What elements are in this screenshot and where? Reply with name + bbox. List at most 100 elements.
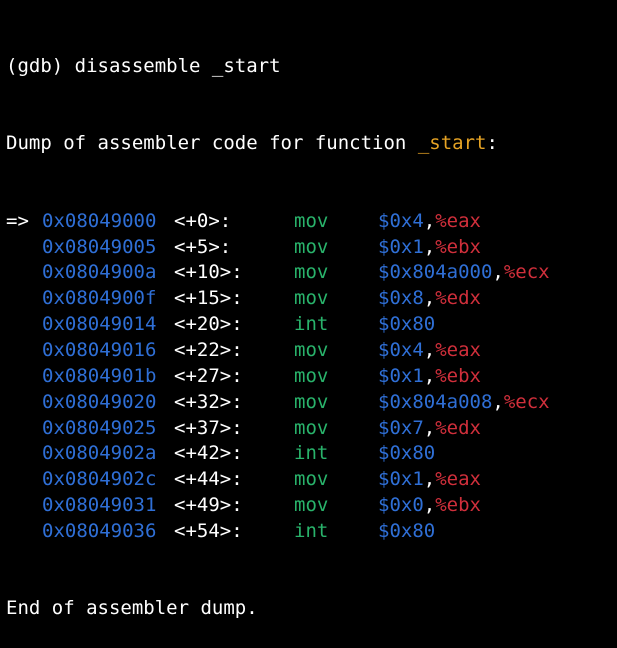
dump-header: Dump of assembler code for function _sta… xyxy=(6,131,615,157)
instruction-address: 0x0804901b xyxy=(42,364,157,387)
operand-immediate: $0x1 xyxy=(378,364,424,387)
operand-register: %ebx xyxy=(435,494,481,517)
instruction-address: 0x08049014 xyxy=(42,313,157,336)
instruction-mnemonic: mov xyxy=(294,390,329,413)
instruction-operands: $0x1,%eax xyxy=(378,467,481,493)
instruction-mnemonic: mov xyxy=(294,468,329,491)
dump-header-suffix: : xyxy=(486,132,498,155)
current-instruction-marker: => xyxy=(6,209,29,232)
instruction-offset: <+27>: xyxy=(174,364,243,387)
instruction-offset: <+42>: xyxy=(174,442,243,465)
operand-immediate: $0x80 xyxy=(378,519,436,542)
operand-immediate: $0x1 xyxy=(378,235,424,258)
instruction-operands: $0x8,%edx xyxy=(378,286,481,312)
operand-separator: , xyxy=(423,338,436,361)
instruction-row: => 0x08049000 <+0>: mov $0x4,%eax xyxy=(6,209,615,235)
instruction-operands: $0x0,%ebx xyxy=(378,493,481,519)
instruction-address: 0x0804902a xyxy=(42,442,157,465)
instruction-offset: <+54>: xyxy=(174,519,243,542)
instruction-mnemonic: mov xyxy=(294,235,329,258)
instruction-operands: $0x80 xyxy=(378,441,435,467)
instruction-row: 0x0804902a <+42>: int $0x80 xyxy=(6,441,615,467)
instruction-list: => 0x08049000 <+0>: mov $0x4,%eax 0x08049005 <… xyxy=(6,209,615,545)
operand-immediate: $0x80 xyxy=(378,313,436,336)
operand-separator: , xyxy=(423,468,436,491)
instruction-row: 0x08049036 <+54>: int $0x80 xyxy=(6,519,615,545)
instruction-address: 0x0804902c xyxy=(42,468,157,491)
operand-separator: , xyxy=(423,364,436,387)
instruction-operands: $0x80 xyxy=(378,312,435,338)
instruction-offset: <+20>: xyxy=(174,313,243,336)
instruction-row: 0x0804901b <+27>: mov $0x1,%ebx xyxy=(6,364,615,390)
instruction-address: 0x08049025 xyxy=(42,416,157,439)
operand-register: %eax xyxy=(435,209,481,232)
instruction-operands: $0x4,%eax xyxy=(378,338,481,364)
operand-immediate: $0x0 xyxy=(378,494,424,517)
gdb-command-line: (gdb) disassemble _start xyxy=(6,54,281,77)
operand-immediate: $0x804a008 xyxy=(378,390,493,413)
operand-separator: , xyxy=(423,287,436,310)
operand-immediate: $0x804a000 xyxy=(378,261,493,284)
instruction-row: 0x0804900a <+10>: mov $0x804a000,%ecx xyxy=(6,260,615,286)
operand-immediate: $0x7 xyxy=(378,416,424,439)
instruction-offset: <+37>: xyxy=(174,416,243,439)
function-name: _start xyxy=(417,132,487,155)
operand-register: %ecx xyxy=(503,390,550,413)
instruction-row: 0x0804902c <+44>: mov $0x1,%eax xyxy=(6,467,615,493)
operand-register: %ebx xyxy=(435,235,481,258)
terminal-window[interactable]: (gdb) disassemble _start Dump of assembl… xyxy=(6,2,615,648)
instruction-operands: $0x80 xyxy=(378,519,435,545)
instruction-offset: <+15>: xyxy=(174,287,243,310)
instruction-operands: $0x4,%eax xyxy=(378,209,481,235)
instruction-offset: <+10>: xyxy=(174,261,243,284)
instruction-address: 0x0804900f xyxy=(42,287,157,310)
operand-immediate: $0x4 xyxy=(378,338,424,361)
operand-register: %eax xyxy=(435,468,481,491)
instruction-address: 0x08049036 xyxy=(42,519,157,542)
instruction-mnemonic: mov xyxy=(294,287,329,310)
instruction-offset: <+32>: xyxy=(174,390,243,413)
operand-separator: , xyxy=(423,235,436,258)
operand-register: %ecx xyxy=(503,261,550,284)
instruction-operands: $0x804a000,%ecx xyxy=(378,260,550,286)
instruction-mnemonic: mov xyxy=(294,209,329,232)
operand-immediate: $0x1 xyxy=(378,468,424,491)
instruction-mnemonic: int xyxy=(294,519,329,542)
instruction-mnemonic: mov xyxy=(294,338,329,361)
instruction-operands: $0x804a008,%ecx xyxy=(378,390,550,416)
operand-immediate: $0x8 xyxy=(378,287,424,310)
instruction-operands: $0x1,%ebx xyxy=(378,235,481,261)
operand-separator: , xyxy=(492,261,504,284)
instruction-operands: $0x7,%edx xyxy=(378,416,481,442)
operand-immediate: $0x4 xyxy=(378,209,424,232)
operand-separator: , xyxy=(492,390,504,413)
instruction-offset: <+44>: xyxy=(174,468,243,491)
instruction-offset: <+0>: xyxy=(174,209,232,232)
instruction-address: 0x08049005 xyxy=(42,235,157,258)
instruction-offset: <+49>: xyxy=(174,494,243,517)
instruction-mnemonic: int xyxy=(294,442,329,465)
instruction-mnemonic: mov xyxy=(294,416,329,439)
operand-separator: , xyxy=(423,416,436,439)
operand-separator: , xyxy=(423,494,436,517)
instruction-row: 0x0804900f <+15>: mov $0x8,%edx xyxy=(6,286,615,312)
instruction-row: 0x08049020 <+32>: mov $0x804a008,%ecx xyxy=(6,390,615,416)
dump-footer: End of assembler dump. xyxy=(6,597,258,620)
instruction-row: 0x08049025 <+37>: mov $0x7,%edx xyxy=(6,416,615,442)
instruction-offset: <+5>: xyxy=(174,235,232,258)
instruction-mnemonic: mov xyxy=(294,261,329,284)
operand-register: %ebx xyxy=(435,364,481,387)
instruction-row: 0x08049014 <+20>: int $0x80 xyxy=(6,312,615,338)
instruction-address: 0x08049020 xyxy=(42,390,157,413)
instruction-row: 0x08049005 <+5>: mov $0x1,%ebx xyxy=(6,235,615,261)
operand-register: %edx xyxy=(435,416,481,439)
instruction-address: 0x08049000 xyxy=(42,209,157,232)
instruction-address: 0x08049016 xyxy=(42,338,157,361)
instruction-address: 0x0804900a xyxy=(42,261,157,284)
instruction-mnemonic: int xyxy=(294,313,329,336)
instruction-offset: <+22>: xyxy=(174,338,243,361)
instruction-row: 0x08049016 <+22>: mov $0x4,%eax xyxy=(6,338,615,364)
operand-separator: , xyxy=(423,209,436,232)
instruction-mnemonic: mov xyxy=(294,364,329,387)
operand-register: %eax xyxy=(435,338,481,361)
